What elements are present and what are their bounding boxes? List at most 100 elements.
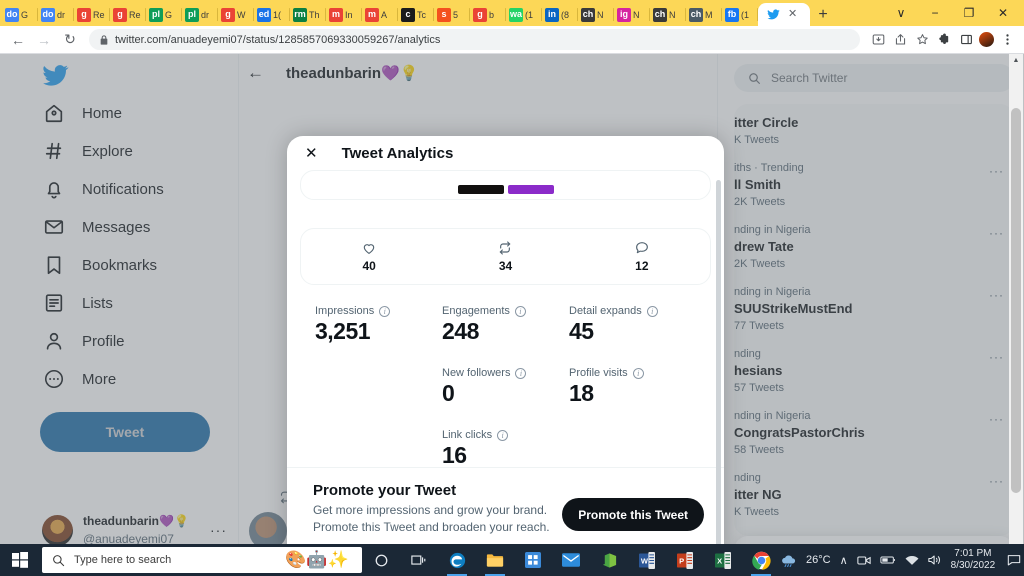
bookmark-star-icon[interactable] bbox=[912, 30, 932, 50]
taskbar-search-box[interactable]: Type here to search 🎨🤖✨ bbox=[42, 547, 362, 573]
browser-tab-5[interactable]: pl dr bbox=[182, 3, 218, 26]
page-scrollbar[interactable]: ▲ ▼ bbox=[1009, 54, 1023, 576]
tab-favicon: fb bbox=[725, 7, 739, 22]
promote-text: Promote your Tweet Get more impressions … bbox=[313, 482, 562, 536]
maximize-button[interactable]: ❐ bbox=[952, 0, 986, 26]
tab-favicon: do bbox=[5, 7, 19, 22]
stat-engagements: Engagements i 248 bbox=[442, 305, 569, 345]
svg-text:P: P bbox=[679, 556, 684, 565]
file-explorer-icon[interactable] bbox=[476, 544, 514, 576]
tab-favicon: ed bbox=[257, 7, 271, 22]
extensions-icon[interactable] bbox=[934, 30, 954, 50]
browser-tab-13[interactable]: gb bbox=[470, 3, 506, 26]
tab-search-button[interactable]: ∨ bbox=[884, 0, 918, 26]
excel-icon[interactable]: X bbox=[704, 544, 742, 576]
office-icon[interactable] bbox=[590, 544, 628, 576]
clock-time: 7:01 PM bbox=[954, 548, 992, 559]
meet-now-icon[interactable] bbox=[856, 555, 871, 566]
forward-button[interactable]: → bbox=[33, 29, 55, 51]
browser-tab-19[interactable]: ch M bbox=[686, 3, 722, 26]
powerpoint-icon[interactable]: P bbox=[666, 544, 704, 576]
chrome-menu-icon[interactable] bbox=[997, 30, 1017, 50]
scroll-up-arrow-icon[interactable]: ▲ bbox=[1013, 54, 1020, 68]
window-controls: ∨ − ❐ ✕ bbox=[884, 0, 1024, 26]
install-icon[interactable] bbox=[868, 30, 888, 50]
browser-tab-8[interactable]: rm Th bbox=[290, 3, 326, 26]
tab-favicon: g bbox=[113, 7, 127, 22]
show-hidden-icons-chevron[interactable]: ∧ bbox=[840, 554, 848, 567]
info-icon[interactable]: i bbox=[497, 429, 509, 441]
browser-tab-18[interactable]: ch N bbox=[650, 3, 686, 26]
browser-tab-0[interactable]: do G bbox=[2, 3, 38, 26]
back-button[interactable]: ← bbox=[7, 29, 29, 51]
browser-tab-11[interactable]: c Tc bbox=[398, 3, 434, 26]
mail-icon[interactable] bbox=[552, 544, 590, 576]
close-window-button[interactable]: ✕ bbox=[986, 0, 1020, 26]
browser-tab-1[interactable]: do dr bbox=[38, 3, 74, 26]
word-icon[interactable]: W bbox=[628, 544, 666, 576]
weather-temperature[interactable]: 26°C bbox=[806, 554, 831, 566]
promote-this-tweet-button[interactable]: Promote this Tweet bbox=[562, 498, 704, 531]
side-panel-icon[interactable] bbox=[956, 30, 976, 50]
browser-tab-7[interactable]: ed 1( bbox=[254, 3, 290, 26]
browser-tab-3[interactable]: g Re bbox=[110, 3, 146, 26]
info-icon[interactable]: i bbox=[379, 305, 391, 317]
tab-close-icon[interactable]: ✕ bbox=[788, 9, 797, 20]
browser-tab-20[interactable]: fb (1 bbox=[722, 3, 758, 26]
browser-tab-10[interactable]: mA bbox=[362, 3, 398, 26]
wifi-icon[interactable] bbox=[905, 555, 919, 566]
reply-icon bbox=[634, 240, 650, 256]
stat-label-text: Link clicks bbox=[442, 429, 493, 441]
minimize-button[interactable]: − bbox=[918, 0, 952, 26]
info-icon[interactable]: i bbox=[514, 305, 526, 317]
stat-impressions: Impressions i 3,251 bbox=[315, 305, 442, 345]
preview-bar-purple bbox=[507, 185, 554, 194]
browser-tab-4[interactable]: pl G bbox=[146, 3, 182, 26]
profile-avatar[interactable] bbox=[978, 31, 995, 48]
close-icon[interactable]: ✕ bbox=[305, 144, 318, 162]
info-icon[interactable]: i bbox=[646, 305, 658, 317]
action-center-icon[interactable] bbox=[1004, 554, 1021, 566]
start-icon[interactable] bbox=[0, 544, 40, 576]
system-tray: 26°C ∧ 7:01 PM 8/30/2022 bbox=[780, 548, 1024, 572]
browser-tab-9[interactable]: m In bbox=[326, 3, 362, 26]
dialog-scrollbar-thumb[interactable] bbox=[716, 180, 721, 552]
dialog-scrollbar[interactable] bbox=[716, 180, 721, 565]
browser-tab-17[interactable]: ig N bbox=[614, 3, 650, 26]
task-view-icon[interactable] bbox=[400, 544, 438, 576]
chrome-icon[interactable] bbox=[742, 544, 780, 576]
taskbar-clock[interactable]: 7:01 PM 8/30/2022 bbox=[951, 548, 996, 572]
tab-label: In bbox=[345, 9, 353, 20]
browser-tab-15[interactable]: in (8 bbox=[542, 3, 578, 26]
edge-icon[interactable] bbox=[438, 544, 476, 576]
info-icon[interactable]: i bbox=[515, 367, 527, 379]
browser-tab-2[interactable]: g Re bbox=[74, 3, 110, 26]
promote-line1: Get more impressions and grow your brand… bbox=[313, 503, 548, 517]
browser-tab-14[interactable]: wa (1 bbox=[506, 3, 542, 26]
tab-label: W bbox=[237, 9, 246, 20]
browser-tab-12[interactable]: s5 bbox=[434, 3, 470, 26]
browser-tab-16[interactable]: ch N bbox=[578, 3, 614, 26]
microsoft-store-icon[interactable] bbox=[514, 544, 552, 576]
new-tab-button[interactable]: + bbox=[810, 3, 836, 26]
scrollbar-thumb[interactable] bbox=[1011, 108, 1021, 493]
scrollbar-track[interactable] bbox=[1009, 68, 1023, 562]
browser-tab-6[interactable]: gW bbox=[218, 3, 254, 26]
browser-tab-twitter-active[interactable]: ✕ bbox=[758, 3, 810, 26]
reload-button[interactable]: ↻ bbox=[59, 29, 81, 51]
tab-favicon: g bbox=[77, 7, 91, 22]
cortana-icon[interactable] bbox=[362, 544, 400, 576]
analytics-stats-grid: Impressions i 3,251 Engagements i 248 Detail e… bbox=[287, 305, 724, 491]
share-icon[interactable] bbox=[890, 30, 910, 50]
stat-detail-expands: Detail expands i 45 bbox=[569, 305, 696, 345]
battery-icon[interactable] bbox=[880, 555, 896, 565]
weather-icon[interactable] bbox=[780, 554, 797, 567]
stat-label-text: Detail expands bbox=[569, 305, 642, 317]
stat-value: 18 bbox=[569, 380, 594, 406]
stat-profile-visits: Profile visits i 18 bbox=[569, 367, 696, 407]
replies-stat: 12 bbox=[574, 240, 710, 273]
info-icon[interactable]: i bbox=[632, 367, 644, 379]
stat-value: 16 bbox=[442, 442, 467, 468]
volume-icon[interactable] bbox=[927, 554, 942, 566]
address-bar[interactable]: twitter.com/anuadeyemi07/status/12858570… bbox=[89, 29, 860, 50]
